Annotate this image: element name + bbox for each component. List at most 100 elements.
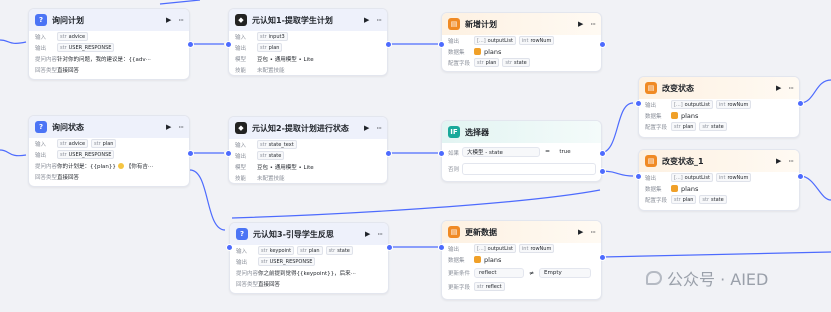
if-icon: IF — [448, 126, 460, 138]
node-title: 元认知3-引导学生反思 — [253, 229, 334, 239]
run-icon[interactable]: ▶ — [776, 157, 781, 165]
config-row: 配置字段 str plan str state — [442, 57, 601, 68]
more-icon[interactable]: ··· — [178, 123, 184, 132]
answer-type-row: 回答类型 直接回答 — [35, 174, 80, 181]
param-tag: str advice — [57, 32, 89, 41]
node-meta3[interactable]: ? 元认知3-引导学生反思 ▶ ··· 输入 str keypoint str pl… — [229, 222, 389, 294]
output-row: 输出 [...] outputList int rowNum — [442, 35, 601, 46]
port-out[interactable] — [385, 150, 392, 157]
node-header[interactable]: ▤ 改变状态 ▶ ··· — [639, 77, 799, 99]
node-header[interactable]: ? 询问状态 ▶ ··· — [29, 116, 189, 138]
node-header[interactable]: ▤ 新增计划 ▶ ··· — [442, 13, 601, 35]
more-icon[interactable]: ··· — [377, 230, 383, 239]
skill-row: 技能 未配置技能 — [235, 175, 285, 182]
edge-left-in-mid — [0, 149, 27, 157]
node-selector[interactable]: IF 选择器 如果 大模型 - state = true 否则 — [441, 120, 602, 182]
condition-right-value[interactable]: true — [536, 147, 594, 157]
more-icon[interactable]: ··· — [788, 84, 794, 93]
output-row: 输出 str plan — [229, 42, 387, 53]
question-icon: ? — [35, 14, 47, 26]
param-tag: str keypoint — [258, 246, 295, 255]
node-meta2[interactable]: ◆ 元认知2-提取计划进行状态 ▶ ··· 输入 str state_text 输… — [228, 116, 388, 184]
node-header[interactable]: ▤ 更新数据 ▶ ··· — [442, 221, 601, 243]
node-update-data[interactable]: ▤ 更新数据 ▶ ··· 输出 [...] outputList int rowNu… — [441, 220, 602, 300]
node-ask-plan[interactable]: ? 询问计划 ▶ ··· 输入 str advice 输出 str USER_RES… — [28, 8, 190, 80]
port-in[interactable] — [438, 150, 445, 157]
run-icon[interactable]: ▶ — [578, 20, 583, 28]
dataset-icon — [474, 48, 481, 55]
node-change-state-1[interactable]: ▤ 改变状态_1 ▶ ··· 输出 [...] outputList int row… — [638, 149, 800, 211]
node-title: 选择器 — [465, 127, 489, 137]
run-icon[interactable]: ▶ — [166, 123, 171, 131]
input-row: 输入 str keypoint str plan str state — [230, 245, 388, 256]
port-in[interactable] — [635, 173, 642, 180]
node-ask-state[interactable]: ? 询问状态 ▶ ··· 输入 str advice str plan 输出 str… — [28, 115, 190, 187]
update-condition-operator[interactable]: ≠ — [529, 270, 534, 277]
node-meta1[interactable]: ◆ 元认知1-提取学生计划 ▶ ··· 输入 str input3 输出 str p… — [228, 8, 388, 76]
node-add-plan[interactable]: ▤ 新增计划 ▶ ··· 输出 [...] outputList int rowNu… — [441, 12, 602, 72]
run-icon[interactable]: ▶ — [364, 124, 369, 132]
more-icon[interactable]: ··· — [590, 228, 596, 237]
watermark: 公众号 · AIED — [646, 266, 768, 290]
param-tag: [...] outputList — [474, 36, 516, 45]
port-out[interactable] — [797, 173, 804, 180]
port-in[interactable] — [438, 244, 445, 251]
more-icon[interactable]: ··· — [178, 16, 184, 25]
condition-left-select[interactable]: 大模型 - state — [462, 147, 540, 157]
port-in[interactable] — [225, 41, 232, 48]
param-tag: int rowNum — [715, 173, 752, 182]
node-header[interactable]: IF 选择器 — [442, 121, 601, 143]
node-header[interactable]: ◆ 元认知2-提取计划进行状态 ▶ ··· — [229, 117, 387, 139]
port-out[interactable] — [187, 150, 194, 157]
output-row: 输出 str USER_RESPONSE — [230, 256, 388, 267]
question-row: 提问内容 你的计划是：{{plan}} 【你有吉··· — [35, 162, 154, 170]
answer-type-row: 回答类型 直接回答 — [236, 281, 281, 288]
run-icon[interactable]: ▶ — [364, 16, 369, 24]
node-header[interactable]: ◆ 元认知1-提取学生计划 ▶ ··· — [229, 9, 387, 31]
param-tag: [...] outputList — [671, 173, 713, 182]
port-out[interactable] — [386, 244, 393, 251]
update-condition-left[interactable]: reflect — [474, 268, 524, 278]
config-row: 配置字段 str plan str state — [639, 194, 799, 205]
port-out[interactable] — [385, 41, 392, 48]
more-icon[interactable]: ··· — [590, 20, 596, 29]
question-icon: ? — [35, 121, 47, 133]
run-icon[interactable]: ▶ — [365, 230, 370, 238]
run-icon[interactable]: ▶ — [578, 228, 583, 236]
update-condition-row: 更新条件 reflect ≠ Empty — [442, 265, 601, 281]
edge-change-state-out — [799, 79, 831, 104]
port-out[interactable] — [599, 168, 606, 175]
node-change-state[interactable]: ▤ 改变状态 ▶ ··· 输出 [...] outputList int rowNu… — [638, 76, 800, 138]
port-out[interactable] — [187, 41, 194, 48]
port-in[interactable] — [225, 150, 232, 157]
port-out[interactable] — [599, 150, 606, 157]
input-row: 输入 str advice str plan — [29, 138, 189, 149]
run-icon[interactable]: ▶ — [776, 84, 781, 92]
port-out[interactable] — [599, 254, 606, 261]
param-tag: str state — [699, 122, 727, 131]
node-header[interactable]: ? 元认知3-引导学生反思 ▶ ··· — [230, 223, 388, 245]
port-in[interactable] — [226, 244, 233, 251]
port-out[interactable] — [797, 100, 804, 107]
port-out[interactable] — [599, 41, 606, 48]
param-tag: str plan — [91, 139, 117, 148]
output-row: 输出 [...] outputList int rowNum — [639, 172, 799, 183]
more-icon[interactable]: ··· — [376, 16, 382, 25]
port-in[interactable] — [438, 41, 445, 48]
param-tag: int rowNum — [715, 100, 752, 109]
workflow-canvas[interactable]: ? 询问计划 ▶ ··· 输入 str advice 输出 str USER_RES… — [0, 0, 831, 312]
param-tag: str state — [325, 246, 353, 255]
param-tag: int rowNum — [518, 244, 555, 253]
param-tag: str advice — [57, 139, 89, 148]
param-tag: str state — [257, 151, 285, 160]
node-title: 更新数据 — [465, 227, 497, 237]
node-header[interactable]: ▤ 改变状态_1 ▶ ··· — [639, 150, 799, 172]
more-icon[interactable]: ··· — [376, 124, 382, 133]
update-condition-right[interactable]: Empty — [539, 268, 592, 278]
output-row: 输出 [...] outputList int rowNum — [442, 243, 601, 254]
run-icon[interactable]: ▶ — [166, 16, 171, 24]
answer-type-row: 回答类型 直接回答 — [35, 67, 80, 74]
node-header[interactable]: ? 询问计划 ▶ ··· — [29, 9, 189, 31]
port-in[interactable] — [635, 100, 642, 107]
more-icon[interactable]: ··· — [788, 157, 794, 166]
